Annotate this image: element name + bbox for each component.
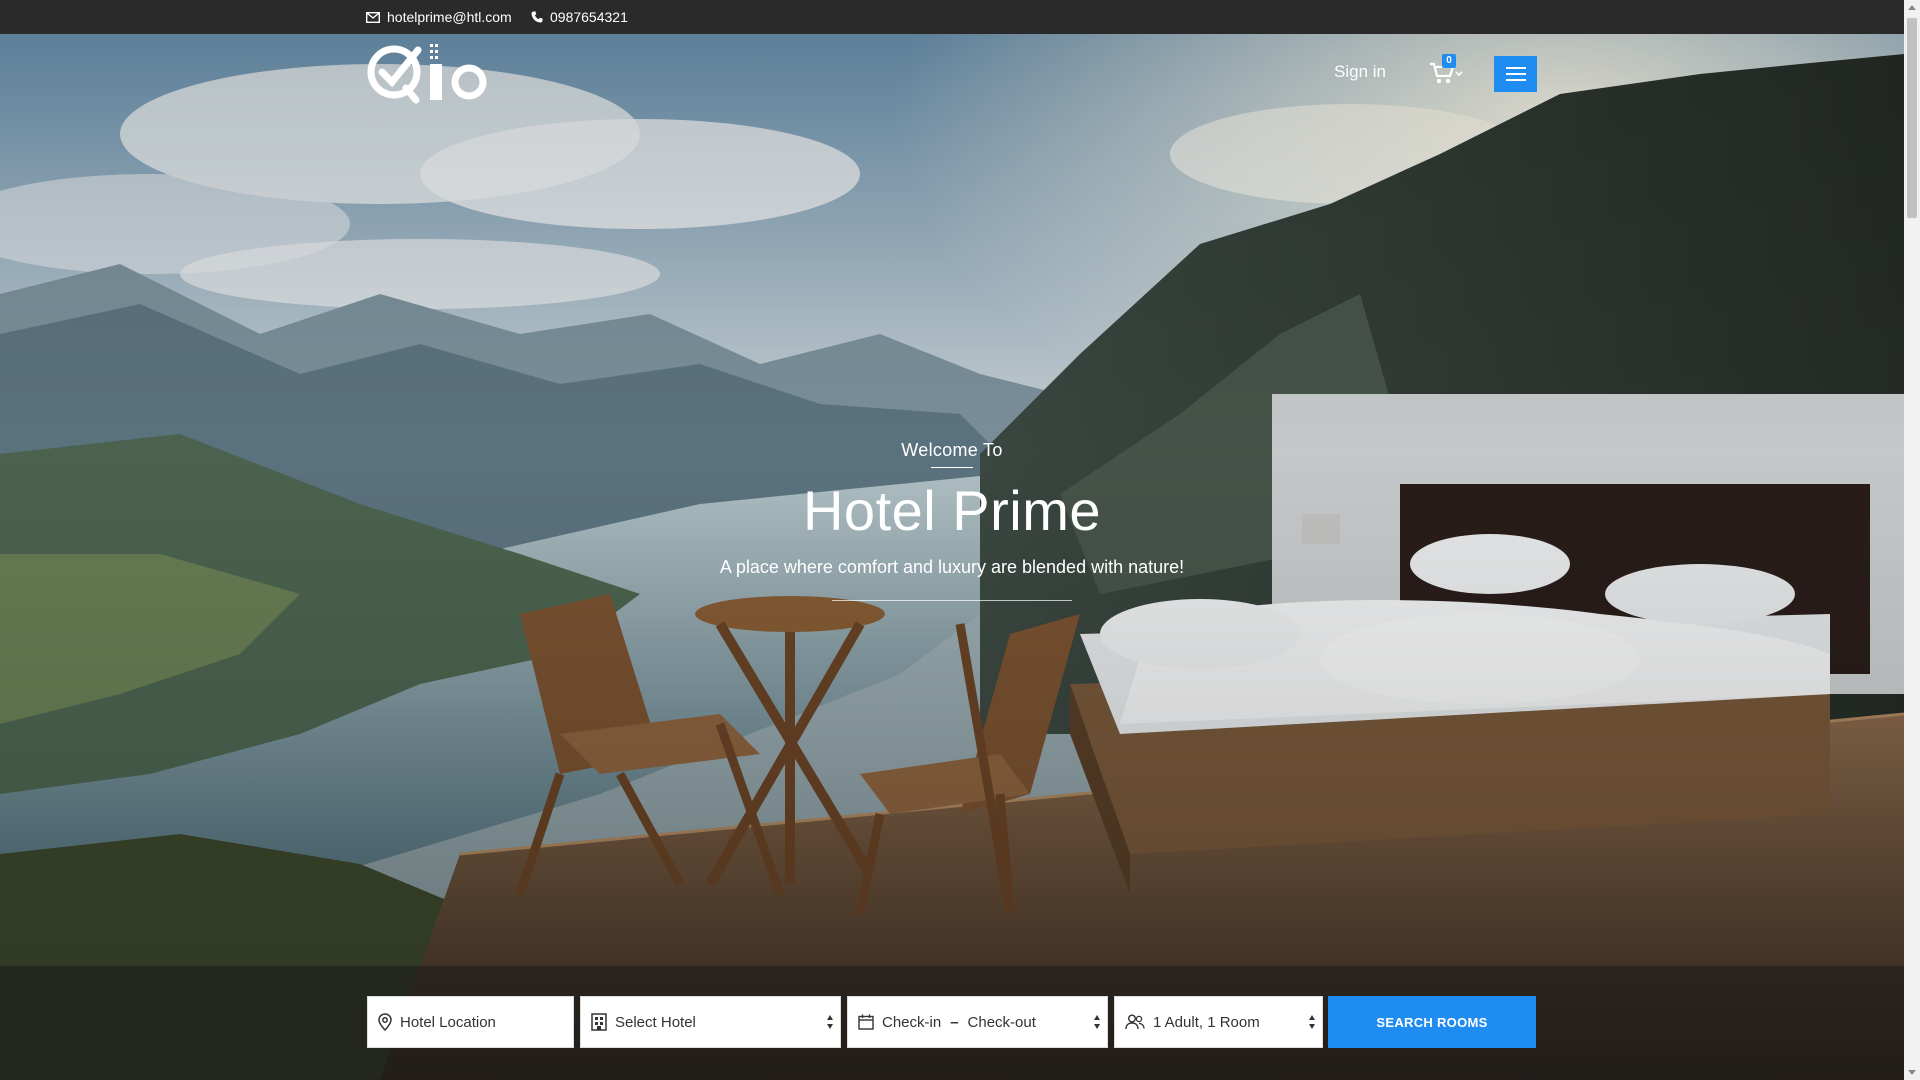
welcome-text: Welcome To — [901, 440, 1003, 460]
check-in-label: Check-in — [882, 1013, 942, 1031]
page-scrollbar[interactable] — [1904, 0, 1920, 1080]
date-separator: – — [950, 1013, 959, 1031]
date-arrows-icon — [1094, 1015, 1100, 1029]
hero-text-block: Welcome To Hotel Prime A place where com… — [0, 440, 1904, 601]
hamburger-icon-bar-1 — [1505, 67, 1526, 69]
hero-tagline: A place where comfort and luxury are ble… — [719, 557, 1185, 577]
cart-icon — [1428, 62, 1466, 92]
hamburger-icon-bar-2 — [1505, 73, 1526, 75]
guests-arrows-icon — [1309, 1015, 1315, 1029]
date-range-picker[interactable]: Check-in – Check-out — [847, 996, 1108, 1048]
top-info-bar: hotelprime@htl.com 0987654321 — [0, 0, 1920, 34]
select-hotel-dropdown[interactable]: Select Hotel — [580, 996, 841, 1048]
calendar-icon — [858, 1014, 874, 1030]
check-out-label: Check-out — [967, 1013, 1036, 1031]
guests-rooms-value: 1 Adult, 1 Room — [1153, 1013, 1260, 1031]
topbar-phone-text: 0987654321 — [550, 9, 628, 25]
topbar-email-text: hotelprime@htl.com — [387, 9, 512, 25]
select-hotel-value: Select Hotel — [615, 1013, 696, 1031]
phone-icon — [531, 11, 543, 23]
tagline-divider — [832, 600, 1072, 601]
scroll-down-arrow-icon[interactable] — [1908, 1070, 1916, 1075]
page: hotelprime@htl.com 0987654321 Sign in 0 … — [0, 0, 1920, 1080]
map-pin-icon — [378, 1013, 392, 1031]
select-arrows-icon — [827, 1015, 833, 1029]
cart-count-badge: 0 — [1442, 54, 1456, 68]
hotel-location-placeholder: Hotel Location — [400, 1013, 496, 1031]
menu-toggle-button[interactable] — [1494, 56, 1537, 92]
envelope-icon — [366, 11, 380, 23]
logo-mark — [367, 44, 487, 104]
topbar-phone[interactable]: 0987654321 — [531, 0, 628, 34]
sign-in-link[interactable]: Sign in — [1334, 62, 1386, 82]
cart-button[interactable]: 0 — [1428, 54, 1466, 88]
scrollbar-thumb[interactable] — [1907, 18, 1917, 218]
scroll-up-arrow-icon[interactable] — [1908, 5, 1916, 10]
building-icon — [591, 1013, 607, 1031]
users-icon — [1125, 1014, 1145, 1030]
guests-rooms-selector[interactable]: 1 Adult, 1 Room — [1114, 996, 1323, 1048]
hotel-name-heading: Hotel Prime — [802, 479, 1102, 542]
topbar-email[interactable]: hotelprime@htl.com — [366, 0, 512, 34]
hotel-location-input[interactable]: Hotel Location — [367, 996, 574, 1048]
welcome-divider — [931, 467, 973, 468]
hamburger-icon-bar-3 — [1505, 79, 1526, 81]
qlo-logo[interactable] — [366, 42, 490, 104]
search-rooms-button[interactable]: SEARCH ROOMS — [1328, 996, 1536, 1048]
